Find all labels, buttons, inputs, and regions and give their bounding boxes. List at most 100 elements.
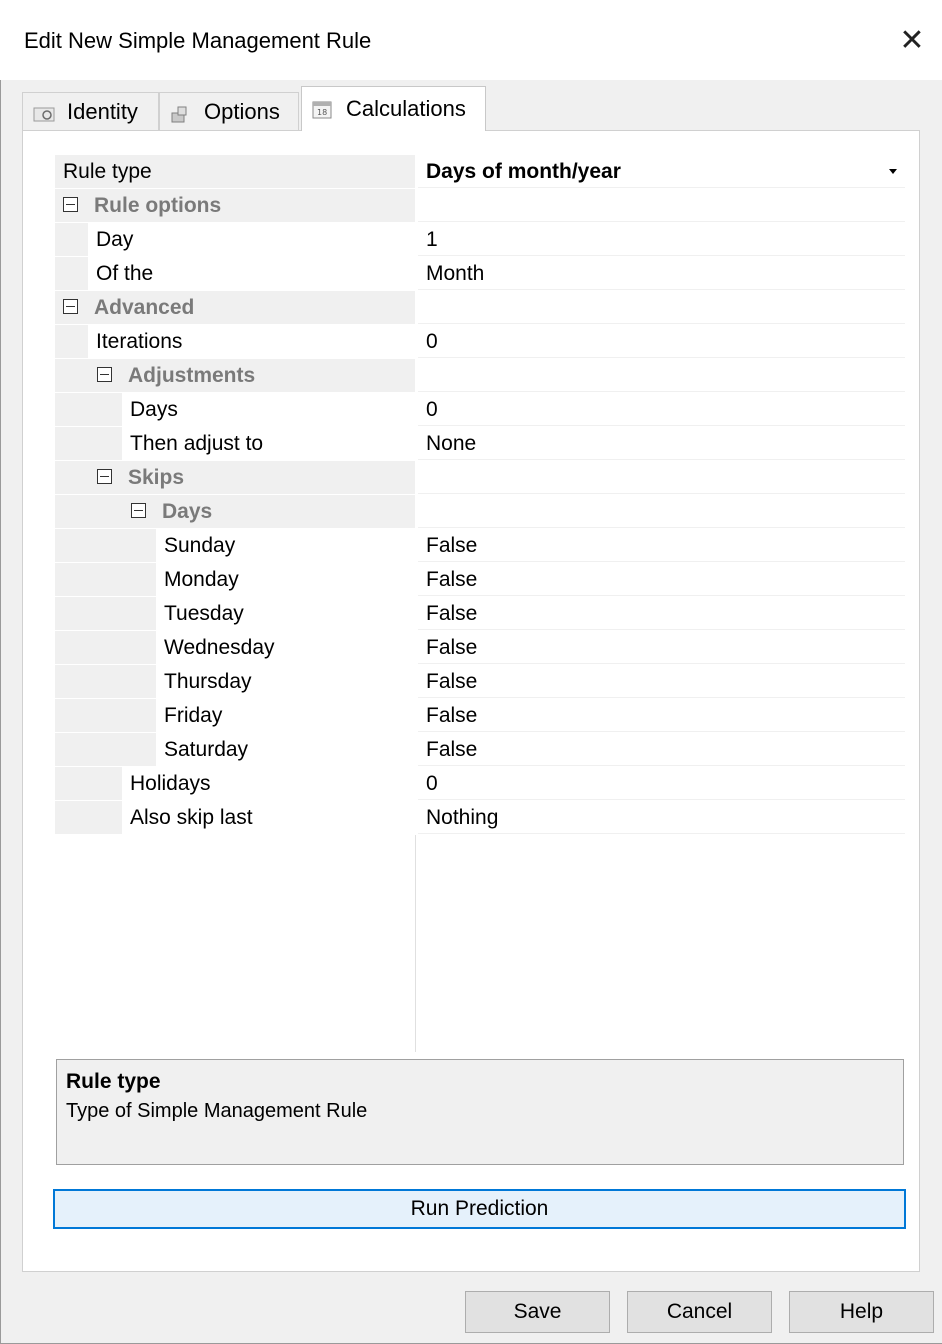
property-value-cell[interactable]: Month [418, 257, 905, 290]
category-row[interactable]: Days [55, 495, 905, 529]
collapse-icon[interactable] [97, 367, 112, 383]
property-label-cell[interactable]: Wednesday [55, 631, 415, 664]
property-label-cell[interactable]: Iterations [55, 325, 415, 358]
calendar-icon: 18 [312, 100, 334, 119]
category-row[interactable]: Advanced [55, 291, 905, 325]
property-label: Sunday [164, 534, 236, 557]
property-value-cell[interactable]: False [418, 733, 905, 766]
property-row[interactable]: Rule type Days of month/year [55, 155, 905, 189]
property-label-cell[interactable]: Thursday [55, 665, 415, 698]
property-row[interactable]: Wednesday False [55, 631, 905, 665]
property-label-cell[interactable]: Day [55, 223, 415, 256]
property-label: Advanced [94, 296, 195, 319]
property-value: 0 [426, 330, 438, 353]
property-value-cell[interactable]: False [418, 699, 905, 732]
property-label: Rule type [63, 160, 152, 183]
property-row[interactable]: Of the Month [55, 257, 905, 291]
tab-identity[interactable]: Identity [22, 92, 159, 130]
property-row[interactable]: Then adjust to None [55, 427, 905, 461]
property-label: Friday [164, 704, 223, 727]
description-title: Rule type [66, 1070, 161, 1093]
collapse-icon[interactable] [97, 469, 112, 485]
property-row[interactable]: Sunday False [55, 529, 905, 563]
property-label-cell[interactable]: Adjustments [55, 359, 415, 392]
property-label-cell[interactable]: Skips [55, 461, 415, 494]
property-value-cell[interactable]: 0 [418, 325, 905, 358]
property-label-cell[interactable]: Tuesday [55, 597, 415, 630]
property-value-cell[interactable]: False [418, 597, 905, 630]
dropdown-arrow-icon[interactable] [889, 169, 897, 174]
property-value-cell[interactable]: 1 [418, 223, 905, 256]
property-row[interactable]: Also skip last Nothing [55, 801, 905, 835]
property-value-cell[interactable]: False [418, 665, 905, 698]
property-label: Thursday [164, 670, 252, 693]
property-row[interactable]: Iterations 0 [55, 325, 905, 359]
property-row[interactable]: Friday False [55, 699, 905, 733]
cancel-button[interactable]: Cancel [627, 1291, 772, 1333]
property-value: 0 [426, 398, 438, 421]
property-label-cell[interactable]: Advanced [55, 291, 415, 324]
property-row[interactable]: Monday False [55, 563, 905, 597]
category-value-cell [418, 461, 905, 494]
property-label-cell[interactable]: Then adjust to [55, 427, 415, 460]
property-label: Adjustments [128, 364, 256, 387]
property-label-cell[interactable]: Monday [55, 563, 415, 596]
collapse-icon[interactable] [63, 299, 78, 315]
property-label: Wednesday [164, 636, 275, 659]
identity-icon [33, 103, 55, 121]
property-row[interactable]: Thursday False [55, 665, 905, 699]
run-prediction-button[interactable]: Run Prediction [53, 1189, 906, 1229]
options-icon [170, 103, 192, 122]
collapse-icon[interactable] [63, 197, 78, 213]
property-label-cell[interactable]: Days [55, 393, 415, 426]
property-value-cell[interactable]: 0 [418, 767, 905, 800]
help-button[interactable]: Help [789, 1291, 934, 1333]
property-row[interactable]: Days 0 [55, 393, 905, 427]
property-label-cell[interactable]: Sunday [55, 529, 415, 562]
property-value: False [426, 534, 478, 557]
property-value: Nothing [426, 806, 499, 829]
property-row[interactable]: Day 1 [55, 223, 905, 257]
close-button[interactable]: ✕ [890, 20, 934, 60]
property-label-cell[interactable]: Also skip last [55, 801, 415, 834]
property-label-cell[interactable]: Rule options [55, 189, 415, 222]
property-row[interactable]: Saturday False [55, 733, 905, 767]
property-label-cell[interactable]: Friday [55, 699, 415, 732]
property-value-cell[interactable]: Days of month/year [418, 155, 905, 188]
property-label-cell[interactable]: Saturday [55, 733, 415, 766]
property-value-cell[interactable]: Nothing [418, 801, 905, 834]
property-label-cell[interactable]: Days [55, 495, 415, 528]
property-row[interactable]: Tuesday False [55, 597, 905, 631]
property-value-cell[interactable]: False [418, 631, 905, 664]
category-value-cell [418, 291, 905, 324]
property-label-cell[interactable]: Rule type [55, 155, 415, 188]
property-label-cell[interactable]: Of the [55, 257, 415, 290]
property-label: Days [130, 398, 178, 421]
property-grid-empty-area [55, 835, 416, 1052]
save-button[interactable]: Save [465, 1291, 610, 1333]
property-row[interactable]: Holidays 0 [55, 767, 905, 801]
property-label: Tuesday [164, 602, 244, 625]
tab-options[interactable]: Options [159, 92, 299, 130]
property-label: Days [162, 500, 213, 523]
category-value-cell [418, 359, 905, 392]
property-label-cell[interactable]: Holidays [55, 767, 415, 800]
property-label: Monday [164, 568, 239, 591]
property-label: Of the [96, 262, 154, 285]
tab-identity-label: Identity [67, 98, 138, 124]
property-value-cell[interactable]: None [418, 427, 905, 460]
category-row[interactable]: Skips [55, 461, 905, 495]
property-value: False [426, 602, 478, 625]
tab-calculations-label: Calculations [346, 96, 466, 121]
property-value-cell[interactable]: False [418, 563, 905, 596]
property-value: Days of month/year [426, 160, 621, 183]
collapse-icon[interactable] [131, 503, 146, 519]
category-row[interactable]: Rule options [55, 189, 905, 223]
property-value: False [426, 738, 478, 761]
tab-options-label: Options [204, 98, 280, 124]
property-value-cell[interactable]: False [418, 529, 905, 562]
property-grid: Rule type Days of month/year Rule options D… [55, 155, 905, 835]
property-value-cell[interactable]: 0 [418, 393, 905, 426]
tab-calculations[interactable]: 18 Calculations [301, 86, 486, 131]
category-row[interactable]: Adjustments [55, 359, 905, 393]
